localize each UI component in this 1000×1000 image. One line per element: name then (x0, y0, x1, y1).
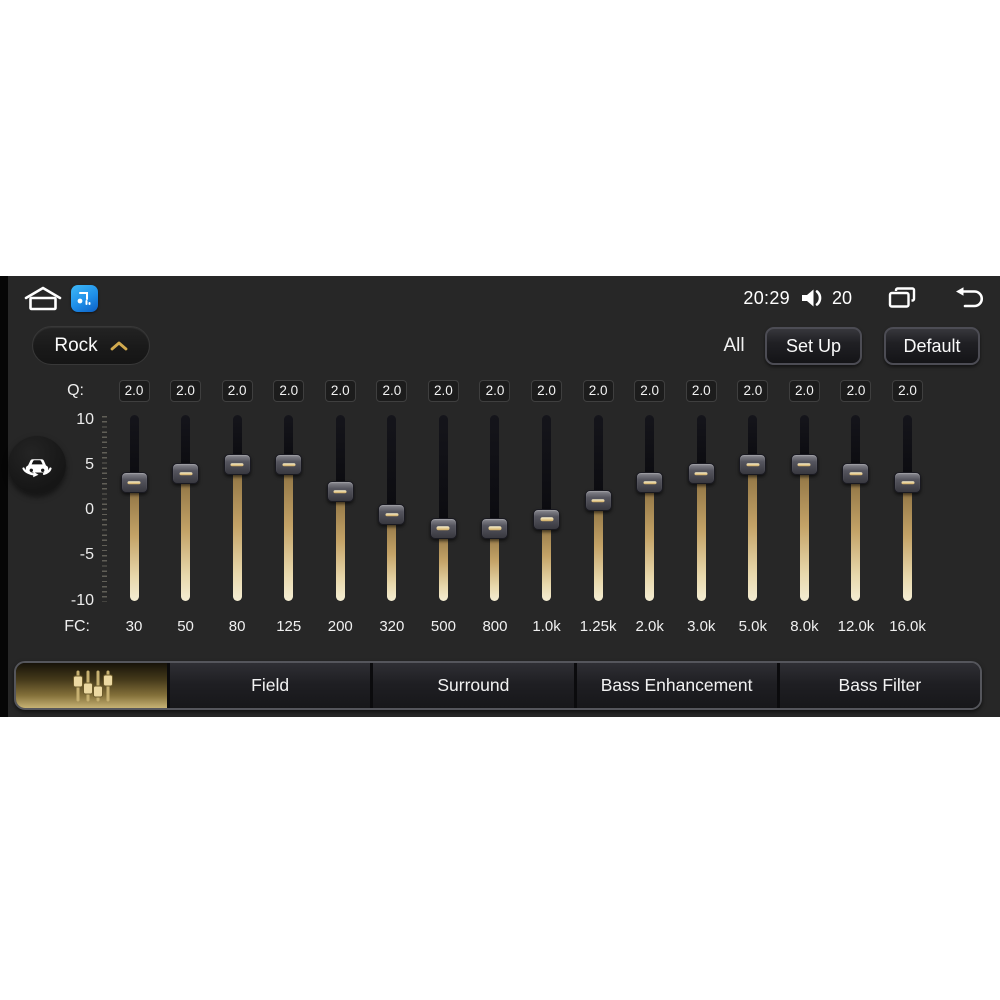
slider-knob[interactable] (172, 463, 200, 485)
q-value-box: 2.0 (582, 380, 614, 402)
q-value-box: 2.0 (273, 380, 305, 402)
default-button[interactable]: Default (884, 327, 980, 365)
slider-knob[interactable] (584, 490, 612, 512)
slider-track-lower[interactable] (645, 482, 655, 601)
slider-track-lower[interactable] (181, 473, 191, 601)
slider-track-lower[interactable] (851, 473, 861, 601)
slider-track-lower[interactable] (542, 519, 552, 601)
back-icon[interactable] (952, 286, 986, 310)
slider-track-lower[interactable] (490, 528, 500, 601)
preset-label: Rock (54, 334, 98, 356)
car-glyph (22, 459, 52, 478)
slider-knob[interactable] (894, 472, 922, 494)
gain-axis-tick-ruler (102, 416, 107, 602)
q-value-box: 2.0 (892, 380, 924, 402)
q-value-box: 2.0 (685, 380, 717, 402)
tab-equalizer[interactable] (16, 663, 167, 708)
tab-field[interactable]: Field (167, 663, 371, 708)
slider-track-upper[interactable] (542, 415, 552, 520)
slider-track-lower[interactable] (438, 528, 448, 601)
slider-knob[interactable] (842, 463, 870, 485)
home-icon[interactable] (24, 286, 62, 312)
slider-track-lower[interactable] (232, 464, 242, 601)
slider-knob[interactable] (223, 454, 251, 476)
slider-knob[interactable] (739, 454, 767, 476)
slider-track-lower[interactable] (903, 482, 913, 601)
q-value-box: 2.0 (634, 380, 666, 402)
slider-track-upper[interactable] (387, 415, 397, 515)
q-value-box: 2.0 (737, 380, 769, 402)
status-bar: 20:29 20 (0, 282, 1000, 314)
frequency-label: 16.0k (889, 618, 926, 635)
q-value-box: 2.0 (118, 380, 150, 402)
slider-knob[interactable] (120, 472, 148, 494)
tab-label: Field (251, 675, 290, 695)
gain-axis-label: -10 (70, 591, 94, 609)
tab-bass-filter[interactable]: Bass Filter (776, 663, 980, 708)
slider-track-upper[interactable] (335, 415, 345, 492)
slider-track-upper[interactable] (490, 415, 500, 529)
tab-label: Bass Enhancement (600, 675, 753, 695)
slider-knob[interactable] (378, 504, 406, 526)
q-value-box: 2.0 (170, 380, 202, 402)
q-value-box: 2.0 (427, 380, 459, 402)
q-value-box: 2.0 (221, 380, 253, 402)
equalizer-panel: 20:29 20 Rock All Set Up Default Q: FC: … (0, 276, 1000, 717)
slider-knob[interactable] (429, 517, 457, 539)
music-note-icon (77, 292, 91, 305)
equalizer-sliders-icon (72, 670, 113, 701)
slider-knob[interactable] (533, 508, 561, 530)
preset-selector[interactable]: Rock (32, 326, 150, 365)
equalizer-app-icon[interactable] (71, 285, 98, 312)
q-value-box: 2.0 (479, 380, 511, 402)
slider-track-upper[interactable] (593, 415, 603, 501)
speaker-icon[interactable] (800, 287, 826, 309)
tab-label: Bass Filter (838, 675, 922, 695)
slider-track-lower[interactable] (335, 491, 345, 601)
q-value-box: 2.0 (376, 380, 408, 402)
slider-knob[interactable] (790, 454, 818, 476)
tab-label: Surround (437, 675, 510, 695)
gain-axis-label: 0 (85, 501, 94, 518)
left-edge-strip (0, 276, 8, 717)
volume-level: 20 (831, 287, 852, 308)
car-surround-icon[interactable] (8, 436, 66, 494)
slider-knob[interactable] (275, 454, 303, 476)
fc-row-title: FC: (64, 618, 90, 635)
chevron-up-icon (110, 341, 128, 350)
slider-knob[interactable] (326, 481, 354, 503)
slider-track-lower[interactable] (387, 514, 397, 601)
status-bar-right: 20:29 20 (743, 282, 986, 314)
q-row-title: Q: (67, 382, 84, 399)
slider-track-upper[interactable] (438, 415, 448, 529)
slider-knob[interactable] (636, 472, 664, 494)
q-value-box: 2.0 (324, 380, 356, 402)
slider-knob[interactable] (481, 517, 509, 539)
gain-axis-label: -5 (79, 546, 94, 564)
clock: 20:29 (743, 287, 790, 308)
tab-bass-enhancement[interactable]: Bass Enhancement (573, 663, 777, 708)
bottom-tab-bar: Field Surround Bass Enhancement Bass Fil… (14, 661, 982, 710)
setup-button[interactable]: Set Up (765, 327, 862, 365)
recent-apps-icon[interactable] (886, 286, 918, 310)
slider-track-lower[interactable] (129, 482, 139, 601)
slider-track-lower[interactable] (748, 464, 758, 601)
slider-track-lower[interactable] (593, 500, 603, 601)
q-value-box: 2.0 (840, 380, 872, 402)
slider-track-lower[interactable] (799, 464, 809, 601)
all-channels-label[interactable]: All (704, 333, 764, 359)
q-value-box: 2.0 (788, 380, 820, 402)
q-value-box: 2.0 (531, 380, 563, 402)
slider-track-lower[interactable] (696, 473, 706, 601)
slider-track-lower[interactable] (284, 464, 294, 601)
gain-axis-label: 10 (76, 410, 94, 428)
slider-knob[interactable] (687, 463, 715, 485)
tab-surround[interactable]: Surround (370, 663, 574, 708)
